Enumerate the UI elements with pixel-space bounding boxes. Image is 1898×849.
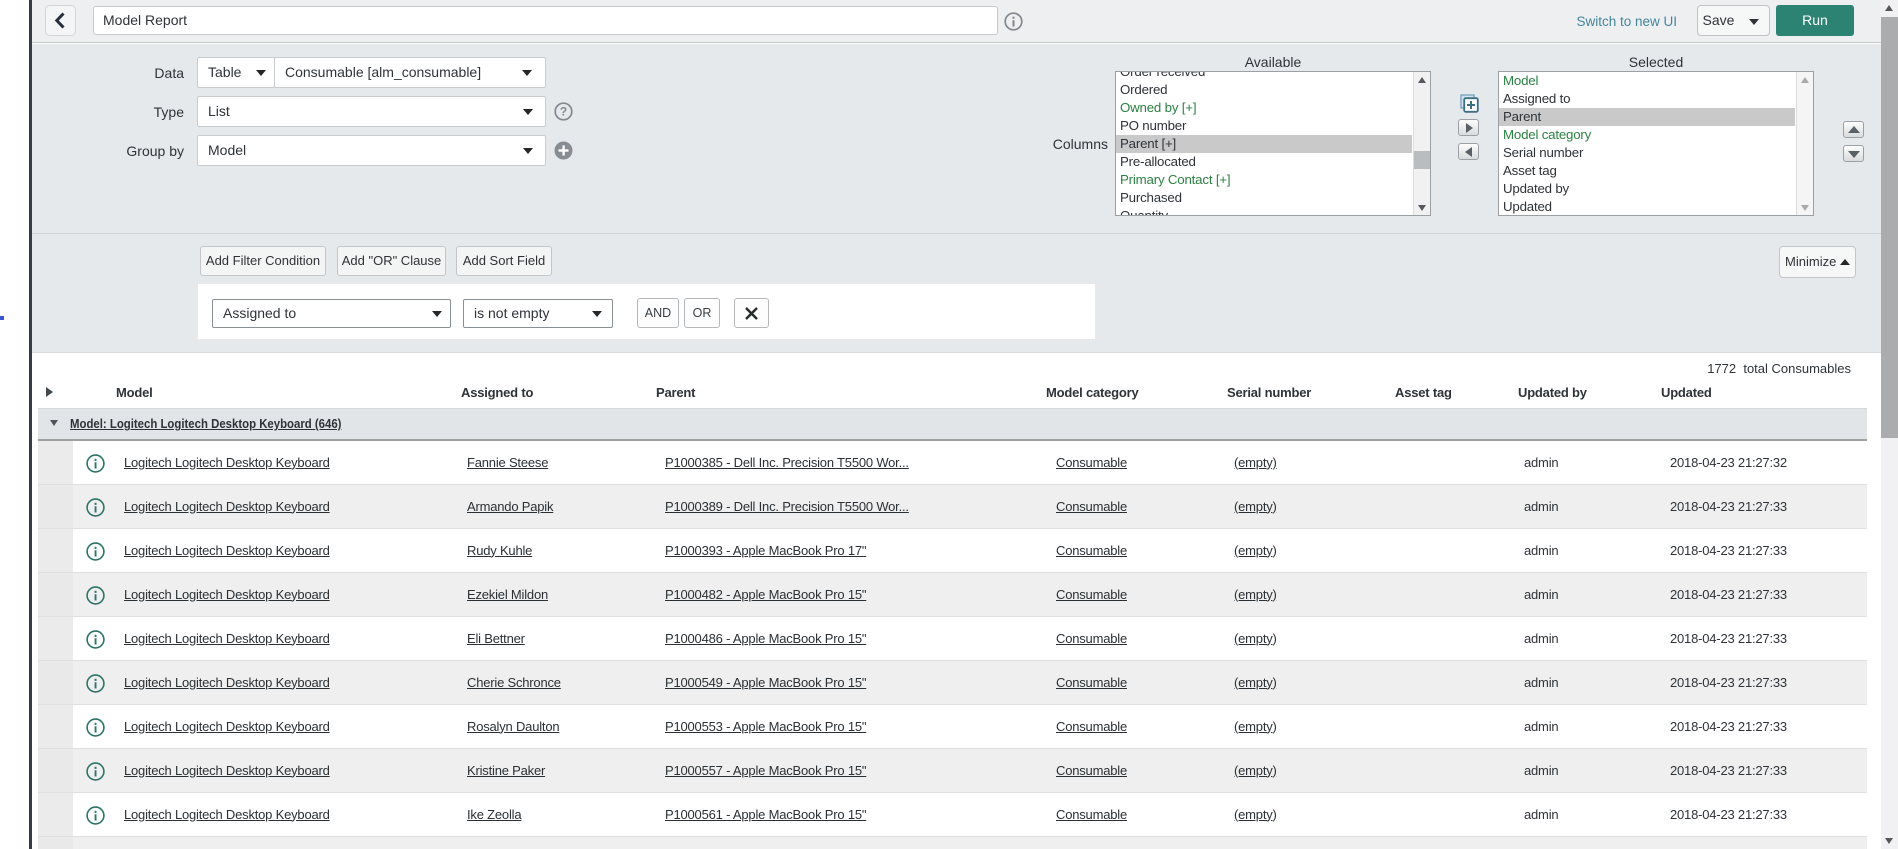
svg-text:?: ? [560,105,567,119]
